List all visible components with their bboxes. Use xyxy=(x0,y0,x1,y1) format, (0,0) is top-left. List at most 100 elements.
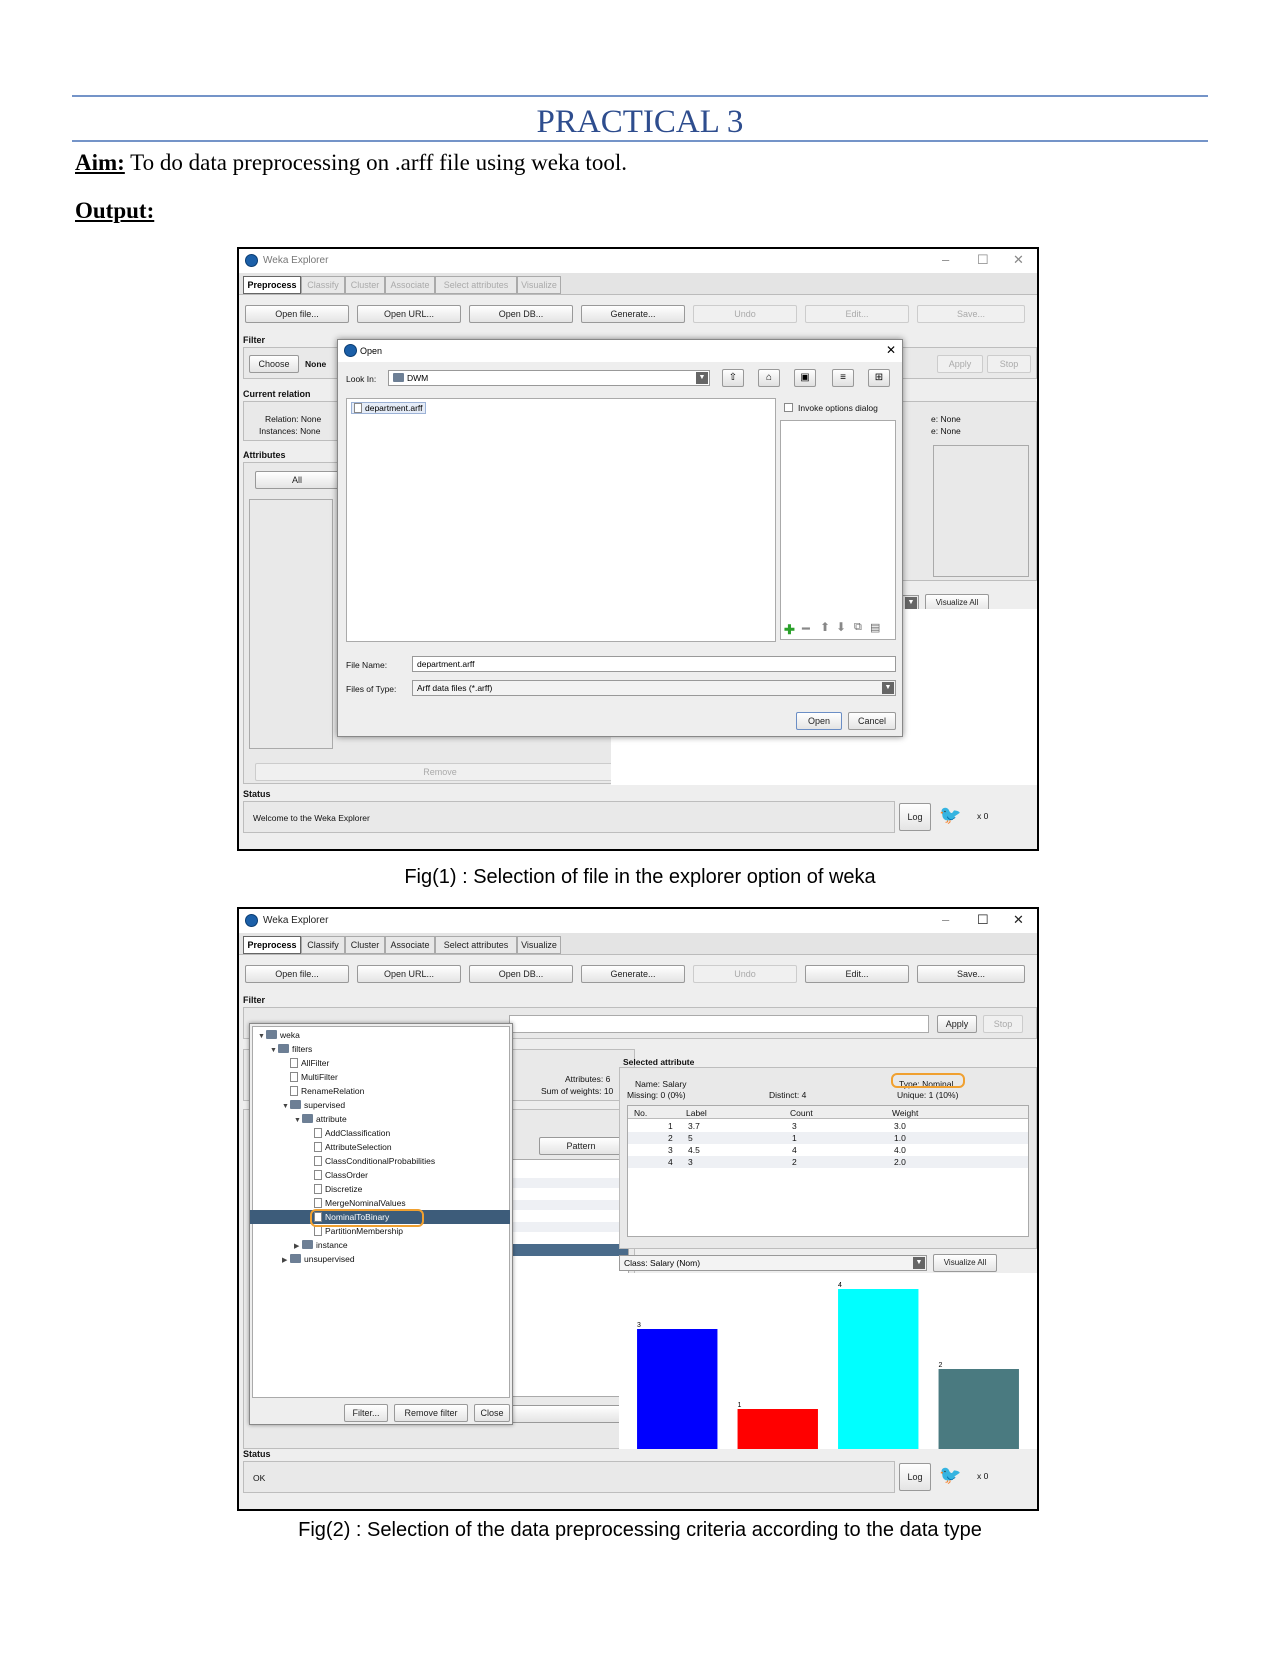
save-button[interactable]: Save... xyxy=(917,305,1025,323)
cancel-button[interactable]: Cancel xyxy=(848,712,896,730)
tab-associate[interactable]: Associate xyxy=(385,276,435,294)
attributes-list[interactable] xyxy=(509,1159,629,1397)
log-button[interactable]: Log xyxy=(899,1463,931,1491)
close-icon[interactable]: ✕ xyxy=(1013,912,1024,928)
apply-button[interactable]: Apply xyxy=(937,355,983,373)
tree-node-weka[interactable]: ▼ weka xyxy=(258,1028,300,1042)
tab-visualize[interactable]: Visualize xyxy=(517,936,561,954)
maximize-icon[interactable]: ☐ xyxy=(977,252,989,268)
dialog-close-icon[interactable]: ✕ xyxy=(886,343,896,357)
paste-icon[interactable]: ▤ xyxy=(870,621,880,634)
filter-value: None xyxy=(305,359,327,369)
tree-leaf-allfilter[interactable]: AllFilter xyxy=(290,1056,329,1070)
save-button[interactable]: Save... xyxy=(917,965,1025,983)
apply-button[interactable]: Apply xyxy=(937,1015,977,1033)
minimize-icon[interactable]: – xyxy=(942,252,949,267)
tab-classify[interactable]: Classify xyxy=(301,936,345,954)
remove-button[interactable]: Remove xyxy=(255,763,625,781)
pattern-button[interactable]: Pattern xyxy=(539,1137,623,1155)
close-icon[interactable]: ✕ xyxy=(1013,252,1024,268)
new-folder-icon[interactable]: ▣ xyxy=(794,369,816,387)
tab-preprocess[interactable]: Preprocess xyxy=(243,276,301,294)
minimize-icon[interactable]: – xyxy=(942,912,949,927)
cell: 4 xyxy=(668,1157,673,1167)
details-view-icon[interactable]: ⊞ xyxy=(868,369,890,387)
open-db-button[interactable]: Open DB... xyxy=(469,305,573,323)
file-name-input[interactable]: department.arff xyxy=(412,656,896,672)
stop-button[interactable]: Stop xyxy=(983,1015,1023,1033)
table-row[interactable]: 3 4.5 4 4.0 xyxy=(628,1144,1028,1156)
generate-button[interactable]: Generate... xyxy=(581,305,685,323)
table-row[interactable]: 4 3 2 2.0 xyxy=(628,1156,1028,1168)
tree-leaf-addclassification[interactable]: AddClassification xyxy=(314,1126,390,1140)
expand-icon: ▼ xyxy=(270,1047,277,1054)
copy-icon[interactable]: ⧉ xyxy=(854,621,862,634)
tree-node-attribute[interactable]: ▼ attribute xyxy=(294,1112,347,1126)
invoke-options-checkbox[interactable] xyxy=(784,403,793,412)
tree-label: instance xyxy=(316,1240,348,1250)
cell: 4.5 xyxy=(688,1145,700,1155)
open-url-button[interactable]: Open URL... xyxy=(357,965,461,983)
home-icon[interactable]: ⌂ xyxy=(758,369,780,387)
table-row[interactable]: 1 3.7 3 3.0 xyxy=(628,1120,1028,1132)
tree-node-supervised[interactable]: ▼ supervised xyxy=(282,1098,345,1112)
file-icon xyxy=(314,1156,322,1166)
attributes-list[interactable] xyxy=(249,499,333,749)
tree-leaf-classconditionalprobabilities[interactable]: ClassConditionalProbabilities xyxy=(314,1154,435,1168)
edit-button[interactable]: Edit... xyxy=(805,305,909,323)
tab-cluster[interactable]: Cluster xyxy=(345,936,385,954)
cell: 2 xyxy=(668,1133,673,1143)
tab-select-attributes[interactable]: Select attributes xyxy=(435,276,517,294)
close-button[interactable]: Close xyxy=(474,1404,510,1422)
choose-button[interactable]: Choose xyxy=(249,355,299,373)
look-in-combo[interactable]: DWM ▼ xyxy=(388,370,710,386)
tree-leaf-multifilter[interactable]: MultiFilter xyxy=(290,1070,338,1084)
tab-classify[interactable]: Classify xyxy=(301,276,345,294)
open-file-button[interactable]: Open file... xyxy=(245,305,349,323)
tree-label: AddClassification xyxy=(325,1128,391,1138)
plus-icon[interactable]: ✚ xyxy=(784,622,795,638)
log-button[interactable]: Log xyxy=(899,803,931,831)
filter-field[interactable] xyxy=(509,1015,929,1033)
tree-leaf-attributeselection[interactable]: AttributeSelection xyxy=(314,1140,392,1154)
files-of-type-combo[interactable]: Arff data files (*.arff) ▼ xyxy=(412,680,896,696)
tab-select-attributes[interactable]: Select attributes xyxy=(435,936,517,954)
arrow-up-icon[interactable]: ⬆ xyxy=(820,620,830,634)
arrow-down-icon[interactable]: ⬇ xyxy=(836,620,846,634)
tree-node-unsupervised[interactable]: ▶ unsupervised xyxy=(282,1252,355,1266)
list-view-icon[interactable]: ≡ xyxy=(832,369,854,387)
table-row[interactable]: 2 5 1 1.0 xyxy=(628,1132,1028,1144)
tree-leaf-renamerelation[interactable]: RenameRelation xyxy=(290,1084,364,1098)
tree-node-instance[interactable]: ▶ instance xyxy=(294,1238,348,1252)
edit-button[interactable]: Edit... xyxy=(805,965,909,983)
tree-leaf-discretize[interactable]: Discretize xyxy=(314,1182,362,1196)
up-folder-icon[interactable]: ⇧ xyxy=(722,369,744,387)
generate-button[interactable]: Generate... xyxy=(581,965,685,983)
file-list[interactable]: department.arff xyxy=(346,398,776,642)
tree-leaf-classorder[interactable]: ClassOrder xyxy=(314,1168,368,1182)
undo-button[interactable]: Undo xyxy=(693,305,797,323)
maximize-icon[interactable]: ☐ xyxy=(977,912,989,928)
minus-icon[interactable]: ━ xyxy=(802,621,810,637)
open-url-button[interactable]: Open URL... xyxy=(357,305,461,323)
expand-icon: ▼ xyxy=(294,1117,301,1124)
remove-filter-button[interactable]: Remove filter xyxy=(394,1404,468,1422)
file-item[interactable]: department.arff xyxy=(351,402,426,414)
tab-cluster[interactable]: Cluster xyxy=(345,276,385,294)
tab-preprocess[interactable]: Preprocess xyxy=(243,936,301,954)
open-file-button[interactable]: Open file... xyxy=(245,965,349,983)
filter-button[interactable]: Filter... xyxy=(344,1404,388,1422)
tab-visualize[interactable]: Visualize xyxy=(517,276,561,294)
stop-button[interactable]: Stop xyxy=(987,355,1031,373)
tree-leaf-mergenominalvalues[interactable]: MergeNominalValues xyxy=(314,1196,406,1210)
undo-button[interactable]: Undo xyxy=(693,965,797,983)
open-button[interactable]: Open xyxy=(796,712,842,730)
tree-node-filters[interactable]: ▼ filters xyxy=(270,1042,312,1056)
all-button[interactable]: All xyxy=(255,471,339,489)
class-combo[interactable]: Class: Salary (Nom) ▼ xyxy=(619,1255,927,1271)
remove-button[interactable] xyxy=(509,1405,629,1423)
visualize-all-button[interactable]: Visualize All xyxy=(933,1254,997,1272)
table-header: No. Label Count Weight xyxy=(628,1106,1028,1119)
open-db-button[interactable]: Open DB... xyxy=(469,965,573,983)
tab-associate[interactable]: Associate xyxy=(385,936,435,954)
